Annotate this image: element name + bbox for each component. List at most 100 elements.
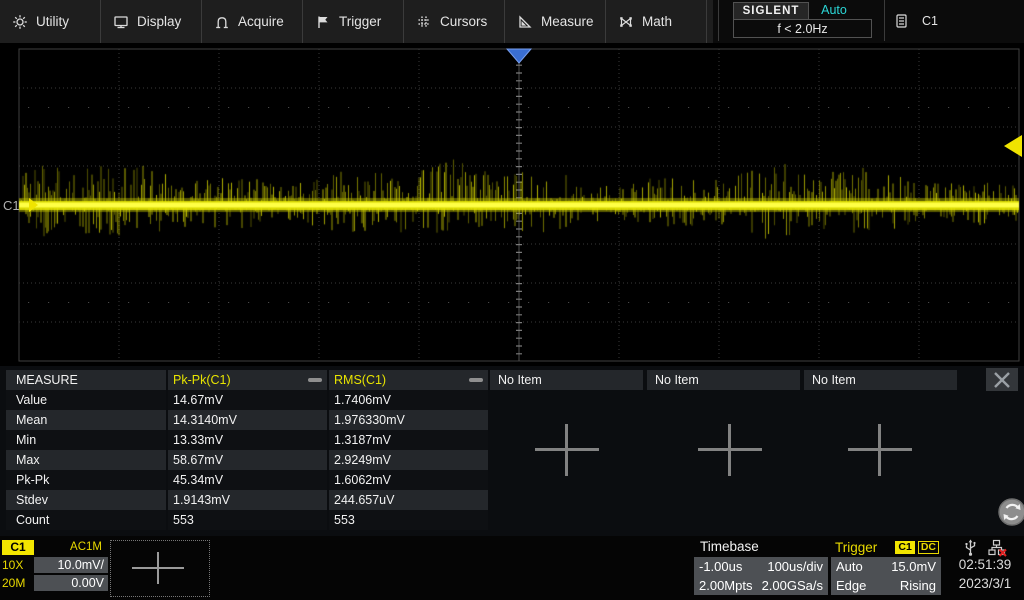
menu-measure[interactable]: Measure <box>505 0 605 43</box>
menu-math-label: Math <box>642 14 672 29</box>
close-icon <box>992 372 1012 388</box>
top-menu-bar: Utility Display Acquire Trigger <box>0 0 1024 43</box>
timebase-sample-rate: 2.00GSa/s <box>762 578 823 593</box>
measure-value: 1.3187mV <box>329 430 488 450</box>
measure-value: 553 <box>329 510 488 530</box>
system-time: 02:51:39 <box>946 557 1024 572</box>
menu-acquire-label: Acquire <box>238 14 284 29</box>
remove-pkpk-measure-button[interactable] <box>308 378 322 382</box>
topbar-status-block: SIGLENT Auto f < 2.0Hz C1 <box>713 0 1024 43</box>
channel1-position-marker[interactable] <box>29 198 38 212</box>
trigger-frequency-readout: f < 2.0Hz <box>733 19 872 38</box>
measure-value: 1.976330mV <box>329 410 488 430</box>
channel1-position-label: C1 <box>3 198 20 213</box>
menu-acquire[interactable]: Acquire <box>202 0 302 43</box>
gesture-rotate-icon <box>997 497 1024 527</box>
separator <box>884 0 885 41</box>
measure-row-label: Mean <box>6 410 166 430</box>
trigger-level-marker[interactable] <box>1004 135 1022 157</box>
timebase-delay: -1.00us <box>699 559 742 574</box>
menu-trigger[interactable]: Trigger <box>303 0 403 43</box>
measure-value: 1.7406mV <box>329 390 488 410</box>
add-measure-slot-2-button[interactable] <box>698 424 762 476</box>
system-date: 2023/3/1 <box>946 576 1024 591</box>
trigger-coupling-badge: DC <box>918 541 939 554</box>
add-measure-slot-3-button[interactable] <box>848 424 912 476</box>
measurement-panel: MEASURE Pk-Pk(C1) RMS(C1) No Item No Ite… <box>0 366 1024 536</box>
gear-icon <box>12 14 28 30</box>
menu-utility-label: Utility <box>36 14 69 29</box>
measure-value: 58.67mV <box>168 450 327 470</box>
channel-summary-label: C1 <box>922 14 938 28</box>
timebase-title: Timebase <box>694 539 828 555</box>
channel1-bandwidth-limit: 20M <box>2 576 34 590</box>
channel1-badge[interactable]: C1 <box>2 540 34 555</box>
trigger-mode: Auto <box>836 559 863 574</box>
system-status-area: 02:51:39 2023/3/1 <box>946 536 1024 600</box>
menu-display[interactable]: Display <box>101 0 201 43</box>
arch-icon <box>214 14 230 30</box>
channel1-coupling: AC1M <box>34 541 108 553</box>
measure-row-label: Stdev <box>6 490 166 510</box>
waveform-display-area[interactable]: C1 <box>0 43 1024 366</box>
measure-row-label: Pk-Pk <box>6 470 166 490</box>
measure-row-label: Value <box>6 390 166 410</box>
measure-value: 14.67mV <box>168 390 327 410</box>
acquisition-status: Auto <box>811 2 857 18</box>
trigger-title: Trigger <box>831 540 895 555</box>
menu-utility[interactable]: Utility <box>0 0 100 43</box>
add-measure-slot-1-button[interactable] <box>535 424 599 476</box>
crosshatch-icon <box>416 14 432 30</box>
measure-value: 2.9249mV <box>329 450 488 470</box>
measure-value: 45.34mV <box>168 470 327 490</box>
trigger-source-badge: C1 <box>895 541 914 554</box>
scope-markers: C1 <box>0 43 1024 366</box>
gesture-rotate-control[interactable] <box>997 497 1024 527</box>
measure-column-empty-2[interactable]: No Item <box>647 370 800 390</box>
menu-cursors-label: Cursors <box>440 14 487 29</box>
menu-measure-label: Measure <box>541 14 594 29</box>
timebase-panel[interactable]: Timebase -1.00us 100us/div 2.00Mpts 2.00… <box>694 539 828 595</box>
measure-row-label: Min <box>6 430 166 450</box>
trigger-type: Edge <box>836 578 866 593</box>
measure-column-empty-1[interactable]: No Item <box>490 370 643 390</box>
timebase-scale: 100us/div <box>767 559 823 574</box>
menu-math[interactable]: Math <box>606 0 706 43</box>
measure-value: 14.3140mV <box>168 410 327 430</box>
measure-value: 1.6062mV <box>329 470 488 490</box>
menu-cursors[interactable]: Cursors <box>404 0 504 43</box>
measure-panel-title: MEASURE <box>6 370 166 390</box>
channel-summary-button[interactable]: C1 <box>889 0 1024 41</box>
measure-column-empty-3[interactable]: No Item <box>804 370 957 390</box>
usb-icon <box>963 539 978 557</box>
trigger-slope: Rising <box>900 578 936 593</box>
menu-trigger-label: Trigger <box>339 14 381 29</box>
channel1-volts-per-div: 10.0mV/ <box>34 557 108 573</box>
channel1-offset: 0.00V <box>34 575 108 591</box>
trigger-position-marker[interactable] <box>507 49 531 63</box>
menu-display-label: Display <box>137 14 181 29</box>
bowtie-icon <box>618 14 634 30</box>
measure-row-label: Count <box>6 510 166 530</box>
timebase-memory-depth: 2.00Mpts <box>699 578 752 593</box>
measure-value: 13.33mV <box>168 430 327 450</box>
measure-column-pkpk[interactable]: Pk-Pk(C1) <box>168 370 327 390</box>
measure-column-rms[interactable]: RMS(C1) <box>329 370 488 390</box>
measure-value: 553 <box>168 510 327 530</box>
trigger-panel[interactable]: Trigger C1 DC Auto 15.0mV Edge Rising <box>831 539 941 595</box>
add-channel-button[interactable] <box>110 540 210 597</box>
set-square-icon <box>517 14 533 30</box>
channel1-probe-attenuation: 10X <box>2 558 34 572</box>
close-measure-panel-button[interactable] <box>986 368 1018 391</box>
monitor-icon <box>113 14 129 30</box>
clipboard-icon <box>895 13 908 29</box>
brand-logo: SIGLENT <box>733 2 809 20</box>
trigger-level: 15.0mV <box>891 559 936 574</box>
flag-icon <box>315 14 331 30</box>
measure-row-label: Max <box>6 450 166 470</box>
channel1-panel[interactable]: C1 AC1M 10X 10.0mV/ 20M 0.00V <box>2 539 108 596</box>
measure-value: 1.9143mV <box>168 490 327 510</box>
bottom-status-bar: C1 AC1M 10X 10.0mV/ 20M 0.00V Timebase -… <box>0 536 1024 600</box>
remove-rms-measure-button[interactable] <box>469 378 483 382</box>
separator <box>718 0 719 41</box>
